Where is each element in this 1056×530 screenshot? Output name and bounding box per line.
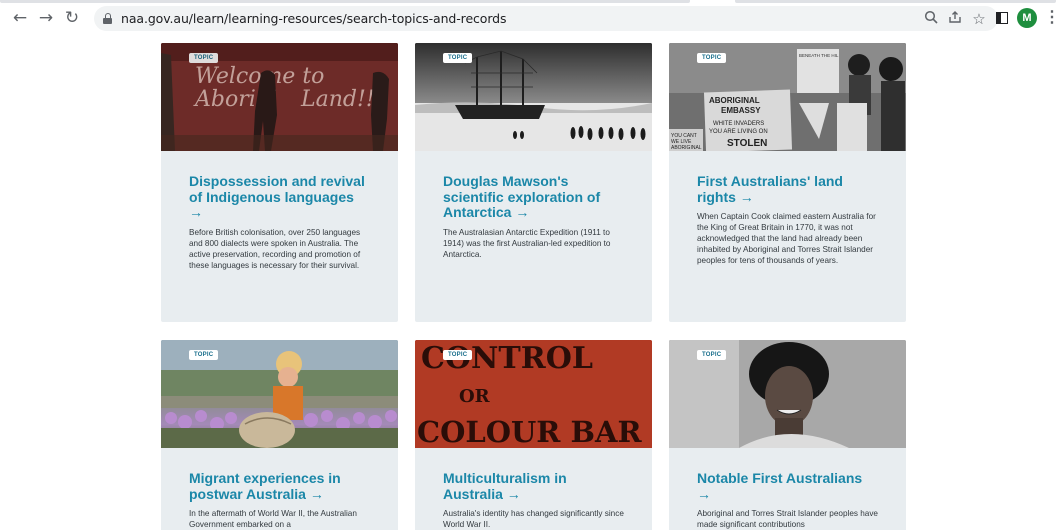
card-image-notable: TOPIC — [669, 340, 906, 448]
topic-card-multiculturalism[interactable]: CONTROL OR COLOUR BAR TOPIC Multicultura… — [415, 340, 652, 530]
svg-text:ABORIGINAL: ABORIGINAL — [671, 145, 702, 151]
card-title-link[interactable]: Douglas Mawson's scientific exploration … — [443, 173, 624, 221]
zoom-icon[interactable] — [922, 10, 940, 28]
svg-text:Welcome to: Welcome to — [195, 64, 324, 89]
topic-card-languages[interactable]: Welcome to Aborigi Land!! TOPIC Disposse… — [161, 43, 398, 322]
card-image-languages: Welcome to Aborigi Land!! TOPIC — [161, 43, 398, 151]
forward-arrow-icon[interactable]: → — [36, 8, 56, 28]
svg-text:ABORIGINAL: ABORIGINAL — [709, 96, 760, 105]
topic-card-antarctica[interactable]: TOPIC Douglas Mawson's scientific explor… — [415, 43, 652, 322]
svg-text:OR: OR — [459, 386, 491, 407]
topic-badge: TOPIC — [697, 53, 727, 63]
share-icon[interactable] — [946, 10, 964, 28]
kebab-menu-icon[interactable]: ⋮ — [1044, 9, 1056, 27]
svg-text:Land!!: Land!! — [300, 87, 375, 112]
reload-icon[interactable]: ↻ — [62, 8, 82, 28]
profile-avatar[interactable]: M — [1017, 8, 1037, 28]
topic-badge: TOPIC — [697, 350, 727, 360]
tab-strip-edge — [0, 0, 690, 3]
star-icon[interactable]: ☆ — [970, 10, 988, 28]
card-description: Australia's identity has changed signifi… — [443, 509, 624, 529]
svg-text:YOU ARE LIVING ON: YOU ARE LIVING ON — [709, 129, 768, 135]
svg-text:COLOUR BAR: COLOUR BAR — [417, 415, 642, 448]
card-image-antarctica: TOPIC — [415, 43, 652, 151]
topic-card-notable-first-australians[interactable]: TOPIC Notable First Australians → Aborig… — [669, 340, 906, 530]
svg-text:WHITE INVADERS: WHITE INVADERS — [713, 121, 764, 127]
svg-text:EMBASSY: EMBASSY — [721, 106, 761, 115]
svg-text:STOLEN: STOLEN — [727, 138, 767, 149]
card-title-link[interactable]: First Australians' land rights → — [697, 173, 878, 205]
card-image-land-rights: ABORIGINAL EMBASSY WHITE INVADERS YOU AR… — [669, 43, 906, 151]
card-description: Before British colonisation, over 250 la… — [189, 227, 361, 270]
browser-toolbar: ← → ↻ naa.gov.au/learn/learning-resource… — [0, 0, 1056, 36]
card-description: In the aftermath of World War II, the Au… — [189, 509, 357, 529]
card-description: Aboriginal and Torres Strait Islander pe… — [697, 509, 878, 529]
card-title-link[interactable]: Migrant experiences in postwar Australia… — [189, 470, 370, 502]
card-image-migrant: TOPIC — [161, 340, 398, 448]
card-title-link[interactable]: Notable First Australians → — [697, 470, 878, 502]
tab-strip-edge-right — [735, 0, 1056, 3]
back-arrow-icon[interactable]: ← — [10, 8, 30, 28]
card-title-link[interactable]: Dispossession and revival of Indigenous … — [189, 173, 370, 221]
topic-card-land-rights[interactable]: ABORIGINAL EMBASSY WHITE INVADERS YOU AR… — [669, 43, 906, 322]
topic-badge: TOPIC — [443, 53, 473, 63]
svg-text:BENEATH THE HIL: BENEATH THE HIL — [799, 53, 839, 58]
topics-grid: Welcome to Aborigi Land!! TOPIC Disposse… — [0, 36, 1056, 530]
topic-badge: TOPIC — [189, 350, 219, 360]
card-description: When Captain Cook claimed eastern Austra… — [697, 212, 876, 265]
side-panel-icon[interactable] — [993, 9, 1011, 27]
card-image-multiculturalism: CONTROL OR COLOUR BAR TOPIC — [415, 340, 652, 448]
address-bar[interactable]: naa.gov.au/learn/learning-resources/sear… — [94, 6, 998, 31]
topic-badge: TOPIC — [189, 53, 219, 63]
url-text[interactable]: naa.gov.au/learn/learning-resources/sear… — [121, 11, 507, 26]
card-title-link[interactable]: Multiculturalism in Australia → — [443, 470, 624, 502]
card-description: The Australasian Antarctic Expedition (1… — [443, 227, 611, 259]
topic-badge: TOPIC — [443, 350, 473, 360]
svg-text:Aborigi: Aborigi — [193, 87, 277, 112]
topic-card-migrant-experiences[interactable]: TOPIC Migrant experiences in postwar Aus… — [161, 340, 398, 530]
lock-icon[interactable] — [103, 13, 112, 24]
